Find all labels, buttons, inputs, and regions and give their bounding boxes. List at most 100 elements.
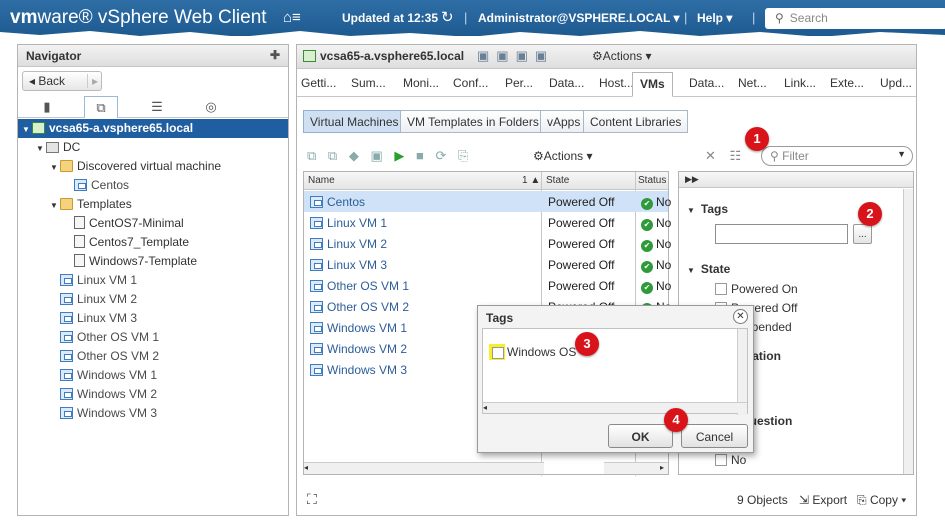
table-row[interactable]: Linux VM 3 Powered Off ✔ No (304, 254, 671, 275)
vm-name-cell[interactable]: Windows VM 2 (310, 342, 407, 356)
expand-toggle-icon[interactable]: ▼ (50, 201, 60, 210)
close-icon[interactable]: ✕ (733, 309, 748, 324)
tags-filter-input[interactable] (715, 224, 848, 244)
vapp-icon[interactable]: ◆ (349, 148, 359, 163)
column-state[interactable]: State (546, 175, 569, 186)
tree-item[interactable]: ▼ Templates (18, 195, 288, 214)
expand-toggle-icon[interactable]: ▼ (36, 144, 46, 153)
object-action-icons[interactable]: ▣▣▣▣ (477, 48, 554, 64)
cancel-button[interactable]: Cancel (681, 424, 748, 448)
tree-item[interactable]: Windows VM 1 (18, 366, 288, 385)
power-off-icon[interactable]: ■ (416, 148, 424, 163)
tree-item[interactable]: Linux VM 1 (18, 271, 288, 290)
hosts-clusters-tab-icon[interactable]: ▮ (30, 96, 64, 118)
user-menu[interactable]: Administrator@VSPHERE.LOCAL ▾ (478, 11, 680, 25)
tree-item[interactable]: CentOS7-Minimal (18, 214, 288, 233)
tab-7[interactable]: VMs (632, 72, 673, 97)
ok-button[interactable]: OK (608, 424, 673, 448)
tree-item[interactable]: Other OS VM 2 (18, 347, 288, 366)
refresh-icon[interactable]: ↻ (441, 8, 454, 26)
tab-10[interactable]: Link... (784, 76, 816, 90)
table-row[interactable]: Other OS VM 1 Powered Off ✔ No (304, 275, 671, 296)
tree-item[interactable]: Linux VM 2 (18, 290, 288, 309)
export-button[interactable]: ⇲ Export (799, 493, 847, 507)
table-row[interactable]: Centos Powered Off ✔ No (304, 191, 671, 212)
tab-4[interactable]: Per... (505, 76, 533, 90)
vm-actions-menu[interactable]: ⚙Actions ▾ (533, 149, 600, 163)
tree-item[interactable]: ▼ DC (18, 138, 288, 157)
tree-item[interactable]: ▼ Discovered virtual machine (18, 157, 288, 176)
tab-0[interactable]: Getti... (301, 76, 336, 90)
horizontal-scrollbar[interactable]: ◂ (304, 462, 544, 474)
tab-11[interactable]: Exte... (830, 76, 864, 90)
chevron-down-icon[interactable]: ▼ (897, 149, 906, 159)
deploy-icon[interactable]: ⧉ (328, 148, 337, 163)
binoculars-icon[interactable]: ⛶ (307, 491, 317, 508)
subtab-1[interactable]: VM Templates in Folders (400, 110, 546, 133)
clear-filter-icon[interactable]: ✕ (705, 148, 716, 163)
global-search-input[interactable]: ⚲ Search (765, 8, 945, 29)
table-row[interactable]: Linux VM 1 Powered Off ✔ No (304, 212, 671, 233)
storage-tab-icon[interactable]: ☰ (140, 96, 174, 118)
vms-templates-tab-icon[interactable]: ⧉ (84, 96, 118, 118)
power-on-icon[interactable]: ▶ (394, 148, 404, 163)
vertical-scrollbar[interactable] (903, 189, 913, 474)
tree-item[interactable]: Windows VM 3 (18, 404, 288, 423)
tree-item[interactable]: Centos7_Template (18, 233, 288, 252)
copy-button[interactable]: ⎘ Copy ▾ (857, 493, 906, 508)
tab-2[interactable]: Moni... (403, 76, 439, 90)
dialog-horizontal-scrollbar[interactable]: ◂ (483, 402, 747, 413)
object-actions-menu[interactable]: ⚙Actions ▾ (592, 49, 651, 63)
forward-icon[interactable]: ▸ (87, 74, 98, 88)
tab-5[interactable]: Data... (549, 76, 584, 90)
expand-toggle-icon[interactable]: ▼ (22, 125, 32, 134)
networking-tab-icon[interactable]: ◎ (194, 96, 228, 118)
column-name[interactable]: Name (308, 175, 335, 186)
pin-icon[interactable]: ✚ (270, 48, 280, 62)
new-vm-icon[interactable]: ⧉ (307, 148, 316, 163)
tree-item[interactable]: Windows7-Template (18, 252, 288, 271)
powered-on-checkbox[interactable]: Powered On (715, 282, 798, 296)
tree-item[interactable]: Windows VM 2 (18, 385, 288, 404)
tab-6[interactable]: Host... (599, 76, 634, 90)
home-icon[interactable]: ⌂≡ (283, 9, 301, 26)
help-menu[interactable]: Help ▾ (697, 11, 732, 25)
back-button[interactable]: ◂ Back ▸ (22, 71, 102, 91)
subtab-2[interactable]: vApps (540, 110, 588, 133)
vm-name-cell[interactable]: Centos (310, 195, 365, 209)
tags-section-header[interactable]: ▼ Tags (687, 202, 728, 216)
vm-name-cell[interactable]: Linux VM 2 (310, 237, 387, 251)
windows-os-tag[interactable]: Windows OS (489, 344, 576, 360)
migrate-icon[interactable]: ⎘ (458, 148, 468, 163)
tree-item[interactable]: Linux VM 3 (18, 309, 288, 328)
vm-name-cell[interactable]: Other OS VM 1 (310, 279, 409, 293)
tree-item[interactable]: ▼ vcsa65-a.vsphere65.local (18, 119, 288, 138)
subtab-0[interactable]: Virtual Machines (303, 110, 406, 133)
suspend-icon[interactable]: ⟳ (436, 148, 447, 163)
tab-1[interactable]: Sum... (351, 76, 386, 90)
table-row[interactable]: Linux VM 2 Powered Off ✔ No (304, 233, 671, 254)
tab-3[interactable]: Conf... (453, 76, 488, 90)
console-icon[interactable]: ▣ (370, 148, 382, 163)
horizontal-scrollbar[interactable]: ▸ (604, 462, 668, 474)
vm-name-cell[interactable]: Linux VM 1 (310, 216, 387, 230)
tree-item[interactable]: Other OS VM 1 (18, 328, 288, 347)
no-checkbox[interactable]: No (715, 453, 746, 467)
tag-checkbox[interactable] (489, 344, 505, 360)
subtab-3[interactable]: Content Libraries (583, 110, 689, 133)
vm-name-cell[interactable]: Windows VM 1 (310, 321, 407, 335)
tab-9[interactable]: Net... (738, 76, 767, 90)
collapse-panel-icon[interactable]: ▶▶ (679, 172, 913, 188)
advanced-filter-icon[interactable]: ☷ (730, 148, 742, 163)
tags-browse-button[interactable]: ... (853, 224, 872, 244)
vm-name-cell[interactable]: Other OS VM 2 (310, 300, 409, 314)
expand-toggle-icon[interactable]: ▼ (50, 163, 60, 172)
filter-input[interactable]: ⚲ Filter ▼ (761, 146, 913, 166)
tree-item[interactable]: Centos (18, 176, 288, 195)
vm-name-cell[interactable]: Linux VM 3 (310, 258, 387, 272)
tab-8[interactable]: Data... (689, 76, 724, 90)
tab-12[interactable]: Upd... (880, 76, 912, 90)
vm-name-cell[interactable]: Windows VM 3 (310, 363, 407, 377)
state-section-header[interactable]: ▼ State (687, 262, 730, 276)
column-status[interactable]: Status (638, 175, 666, 186)
